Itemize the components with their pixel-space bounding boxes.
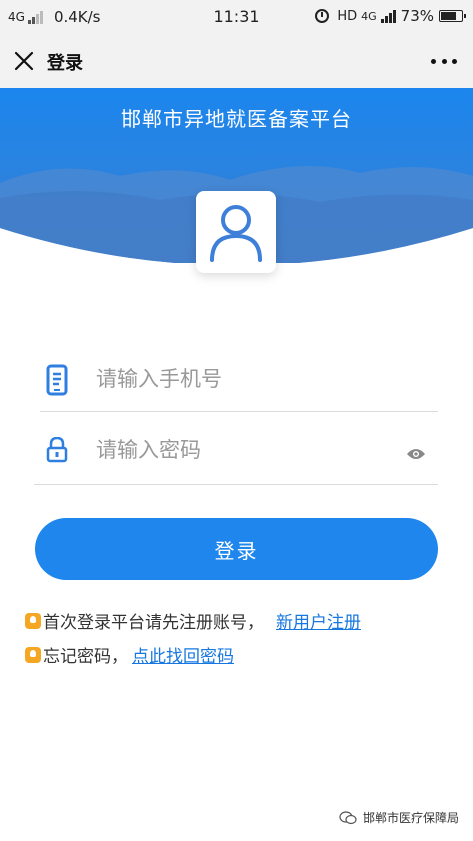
phone-input[interactable] [96, 362, 396, 396]
register-tip-text: 首次登录平台请先注册账号， [43, 613, 264, 633]
alarm-icon [315, 9, 330, 23]
platform-title: 邯郸市异地就医备案平台 [121, 107, 352, 131]
bulb-icon [25, 646, 41, 663]
net-type-indicator: 4G [361, 9, 377, 23]
lock-icon [46, 437, 68, 463]
hd-indicator: HD [337, 8, 358, 24]
forgot-password-link[interactable]: 点此找回密码 [132, 642, 234, 667]
signal-strength-icon [380, 9, 397, 23]
watermark-text: 邯郸市医疗保障局 [362, 811, 459, 825]
bulb-icon [25, 612, 41, 629]
password-field [34, 425, 438, 485]
login-button[interactable]: 登录 [35, 518, 438, 580]
forgot-tip-text: 忘记密码， [43, 647, 128, 667]
more-icon [431, 58, 436, 64]
page-title: 登录 [47, 53, 83, 74]
battery-percent: 73% [400, 7, 434, 25]
register-link[interactable]: 新用户注册 [276, 608, 361, 633]
watermark: 邯郸市医疗保障局 [339, 809, 459, 826]
phone-field [40, 352, 438, 412]
eye-icon[interactable] [406, 447, 426, 461]
forgot-password-tip: 忘记密码， 点此找回密码 [25, 642, 234, 667]
password-input[interactable] [96, 433, 396, 467]
phone-icon [46, 364, 68, 396]
close-icon [14, 51, 34, 71]
battery-icon [439, 10, 466, 22]
status-bar: 4G 0.4K/s 11:31 HD 4G 73% [0, 0, 473, 34]
avatar [196, 191, 276, 273]
close-button[interactable] [10, 47, 38, 75]
user-icon [210, 205, 262, 262]
more-button[interactable] [431, 52, 457, 70]
nav-bar: 登录 [0, 34, 473, 88]
register-tip: 首次登录平台请先注册账号， 新用户注册 [25, 608, 361, 633]
wechat-icon [339, 810, 357, 824]
